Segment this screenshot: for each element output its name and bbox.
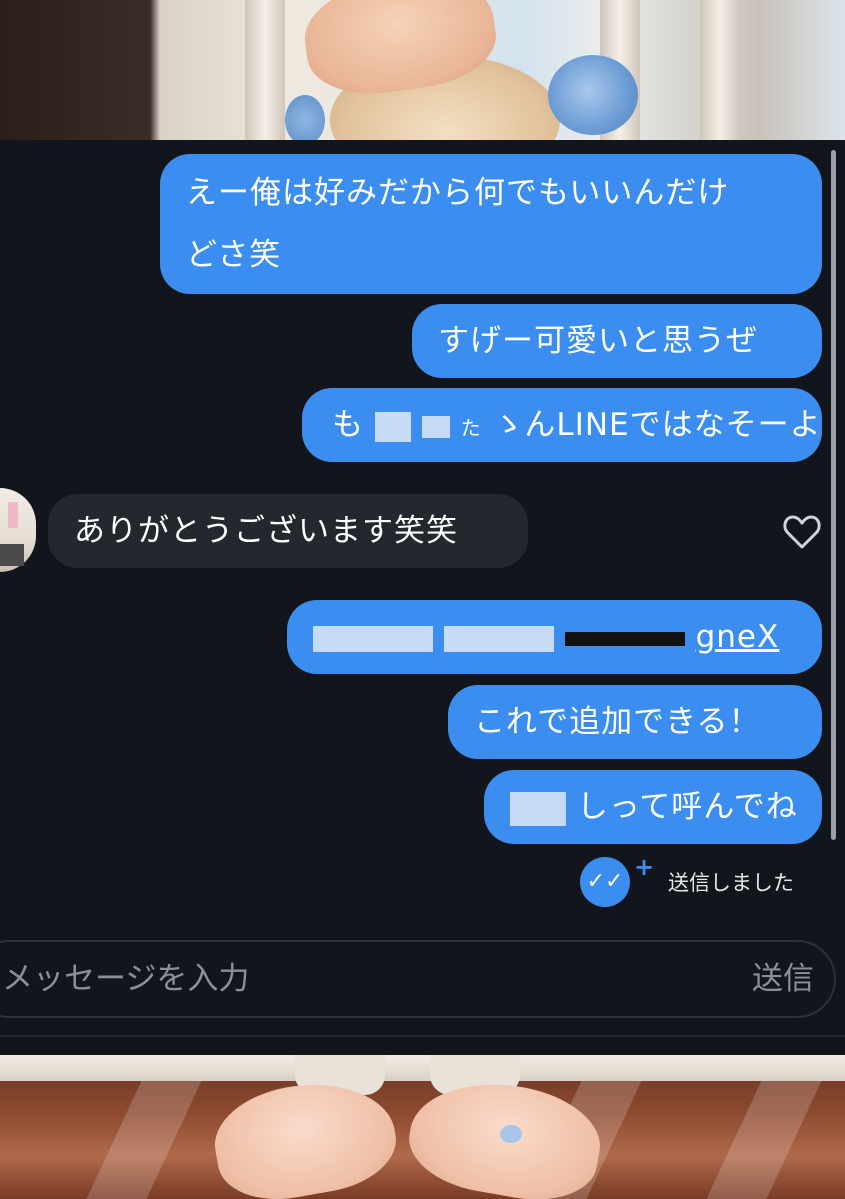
ring-illustration bbox=[500, 1125, 522, 1143]
outgoing-message[interactable]: これで追加できる！ bbox=[448, 685, 822, 759]
link-text[interactable]: gneX bbox=[696, 619, 780, 655]
incoming-message[interactable]: ありがとうございます笑笑 bbox=[48, 494, 528, 568]
rose-illustration bbox=[285, 95, 325, 140]
message-text: ゝんLINEではなそーよ bbox=[492, 407, 822, 443]
message-text: た bbox=[460, 416, 482, 440]
outgoing-message[interactable]: も た ゝんLINEではなそーよ bbox=[302, 388, 822, 462]
redaction bbox=[443, 625, 554, 652]
redaction bbox=[313, 625, 433, 652]
redaction bbox=[374, 411, 411, 442]
redaction bbox=[421, 415, 450, 438]
rose-illustration bbox=[548, 55, 638, 135]
message-text: しって呼んでね bbox=[576, 789, 798, 825]
divider bbox=[0, 1035, 845, 1037]
message-text: すげー可愛いと思うぜ bbox=[438, 323, 758, 359]
redaction bbox=[564, 631, 685, 646]
pillar bbox=[245, 0, 285, 140]
message-text: これで追加できる！ bbox=[474, 704, 761, 740]
send-button[interactable]: 送信 bbox=[752, 942, 814, 1016]
background-artwork-top bbox=[0, 0, 845, 140]
message-text: ありがとうございます笑笑 bbox=[74, 513, 458, 549]
pillar bbox=[700, 0, 740, 140]
outgoing-message[interactable]: すげー可愛いと思うぜ bbox=[412, 304, 822, 378]
message-input[interactable]: メッセージを入力 bbox=[2, 942, 249, 1016]
sent-status-text: 送信しました bbox=[668, 871, 794, 895]
message-text: えー俺は好みだから何でもいいんだけ bbox=[186, 175, 730, 211]
outgoing-link-message[interactable]: gneX bbox=[287, 600, 822, 674]
background-artwork-bottom bbox=[0, 1055, 845, 1199]
chat-panel[interactable]: えー俺は好みだから何でもいいんだけ どさ笑 すげー可愛いと思うぜ も た ゝんL… bbox=[0, 140, 845, 1055]
message-text: も bbox=[332, 407, 364, 443]
dress-illustration bbox=[0, 1055, 845, 1081]
heart-icon[interactable] bbox=[782, 512, 822, 552]
message-composer[interactable]: メッセージを入力 送信 bbox=[0, 940, 836, 1018]
double-check-icon: ✓✓ bbox=[580, 857, 630, 907]
redaction bbox=[510, 791, 566, 826]
avatar[interactable] bbox=[0, 488, 36, 572]
outgoing-message[interactable]: しって呼んでね bbox=[484, 770, 822, 844]
plus-icon[interactable]: + bbox=[634, 853, 654, 881]
scrollbar[interactable] bbox=[831, 150, 836, 840]
outgoing-message[interactable]: えー俺は好みだから何でもいいんだけ どさ笑 bbox=[160, 154, 822, 294]
message-text: どさ笑 bbox=[186, 237, 282, 273]
